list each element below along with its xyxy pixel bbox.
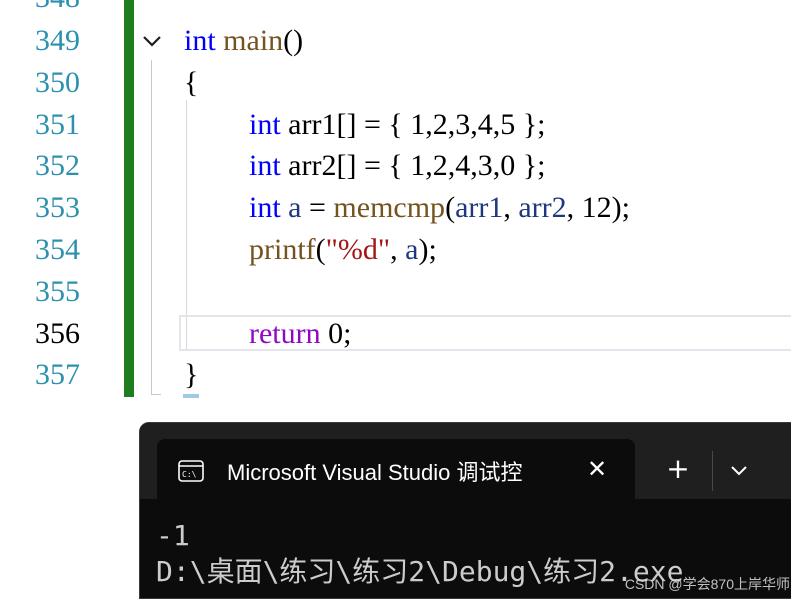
keyword: int — [249, 191, 281, 224]
debug-console-window[interactable]: C:\ Microsoft Visual Studio 调试控 ✕ + -1 D… — [139, 422, 791, 599]
code-text: () — [283, 24, 304, 57]
squiggle-marker — [183, 394, 199, 398]
outline-guide — [151, 60, 152, 395]
variable: arr2 — [518, 191, 567, 224]
line-number: 357 — [35, 358, 80, 391]
line-number: 352 — [35, 149, 80, 182]
variable: arr1 — [455, 191, 504, 224]
code-text: ( — [315, 233, 326, 266]
code-text: arr1[] = { 1,2,3,4,5 }; — [280, 108, 546, 141]
code-text: 0; — [320, 317, 352, 350]
console-tab-bar: C:\ Microsoft Visual Studio 调试控 ✕ + — [140, 423, 791, 501]
code-text: ( — [445, 191, 456, 224]
string-literal: "%d" — [325, 233, 391, 266]
code-text: , — [390, 233, 406, 266]
terminal-icon: C:\ — [178, 460, 204, 482]
function-name: main — [223, 24, 284, 57]
keyword: int — [249, 108, 281, 141]
line-number: 354 — [35, 233, 80, 266]
console-output-line: D:\桌面\练习\练习2\Debug\练习2.exe — [156, 555, 684, 588]
close-icon[interactable]: ✕ — [581, 453, 613, 485]
variable: a — [405, 233, 419, 266]
svg-text:C:\: C:\ — [182, 470, 197, 479]
plus-icon[interactable]: + — [662, 453, 694, 485]
line-number: 355 — [35, 275, 80, 308]
code-text: { — [184, 66, 199, 99]
code-line-350[interactable]: { — [184, 65, 198, 101]
line-number: 348 — [0, 0, 80, 16]
watermark: CSDN @学会870上岸华师 — [624, 576, 790, 592]
code-text: ); — [418, 233, 437, 266]
console-output-line: -1 — [156, 519, 190, 552]
keyword: int — [184, 24, 216, 57]
code-text: } — [184, 358, 199, 391]
code-line-352[interactable]: int arr2[] = { 1,2,4,3,0 }; — [249, 148, 546, 184]
indent-guide — [186, 100, 187, 350]
tab-divider — [712, 451, 713, 491]
code-line-351[interactable]: int arr1[] = { 1,2,3,4,5 }; — [249, 107, 546, 143]
code-line-354[interactable]: printf("%d", a); — [249, 232, 437, 268]
line-number: 349 — [35, 24, 80, 57]
code-line-356[interactable]: return 0; — [249, 316, 351, 352]
code-line-357[interactable]: } — [184, 357, 198, 393]
line-number-current: 356 — [35, 317, 80, 350]
code-text: arr2[] = { 1,2,4,3,0 }; — [280, 149, 546, 182]
code-line-353[interactable]: int a = memcmp(arr1, arr2, 12); — [249, 190, 630, 226]
code-editor[interactable]: 348 349 350 351 352 353 354 355 356 357 … — [0, 0, 791, 430]
code-text: , — [503, 191, 519, 224]
console-tab[interactable]: C:\ Microsoft Visual Studio 调试控 ✕ — [157, 439, 635, 501]
chevron-down-icon[interactable] — [724, 455, 754, 485]
function-name: memcmp — [333, 191, 446, 224]
change-tracking-bar — [124, 0, 134, 397]
keyword: return — [249, 317, 321, 350]
code-line-349[interactable]: int main() — [184, 23, 303, 59]
code-text: = — [301, 191, 334, 224]
console-tab-title: Microsoft Visual Studio 调试控 — [227, 460, 523, 485]
line-number: 353 — [35, 191, 80, 224]
function-name: printf — [249, 233, 316, 266]
keyword: int — [249, 149, 281, 182]
collapse-chevron-icon[interactable] — [139, 28, 165, 54]
variable: a — [280, 191, 302, 224]
line-number: 351 — [35, 108, 80, 141]
line-number: 350 — [35, 66, 80, 99]
code-text: , 12); — [566, 191, 630, 224]
outline-guide-end — [151, 394, 161, 395]
